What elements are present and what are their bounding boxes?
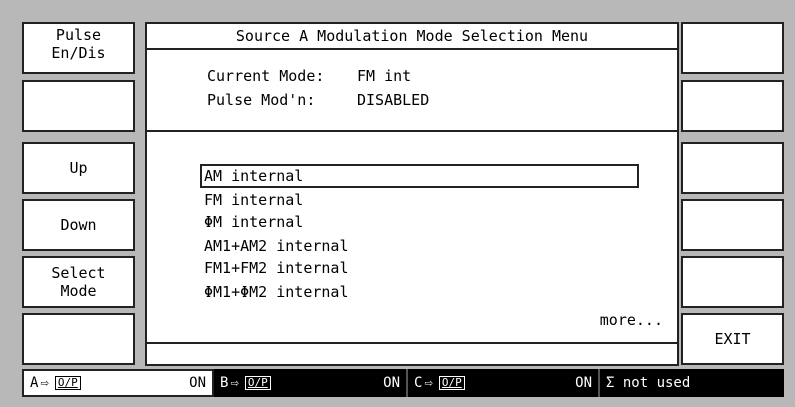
status-sigma: Σ not used [598,369,784,397]
softkey-down[interactable]: Down [22,199,135,251]
softkey-right-4[interactable] [681,199,784,251]
menu-panel: Source A Modulation Mode Selection Menu … [145,22,679,366]
arrow-right-icon: ⇨ [230,375,239,391]
softkey-right-5[interactable] [681,256,784,308]
arrow-right-icon: ⇨ [424,375,433,391]
mode-item-phim1-phim2-internal[interactable]: ΦM1+ΦM2 internal [204,282,349,302]
softkey-left-2[interactable] [22,80,135,132]
status-source-a: A ⇨ O/P ON [22,369,214,397]
status-bar: A ⇨ O/P ON B ⇨ O/P ON C ⇨ O/P ON Σ not u… [22,369,784,397]
bottom-divider [147,342,677,344]
mode-item-fm-internal[interactable]: FM internal [204,190,303,210]
pulse-mod-value: DISABLED [357,91,430,109]
mode-item-phim-internal[interactable]: ΦM internal [204,212,303,232]
status-source-c: C ⇨ O/P ON [406,369,598,397]
status-b-output-box: O/P [244,376,271,390]
status-b-state: ON [383,375,400,391]
status-c-state: ON [575,375,592,391]
current-mode-value: FM int [357,67,412,85]
more-indicator: more... [599,311,663,329]
status-c-output-box: O/P [438,376,465,390]
status-a-label: A [30,375,39,391]
status-sigma-text: Σ not used [606,375,691,391]
current-mode-label: Current Mode: [207,67,325,85]
info-divider [147,130,677,132]
softkey-left-6[interactable] [22,313,135,365]
softkey-select-mode[interactable]: Select Mode [22,256,135,308]
arrow-right-icon: ⇨ [40,375,49,391]
status-c-label: C [414,375,423,391]
status-a-state: ON [189,375,206,391]
status-a-output-box: O/P [54,376,81,390]
mode-item-am1-am2-internal[interactable]: AM1+AM2 internal [204,236,349,256]
softkey-right-2[interactable] [681,80,784,132]
softkey-exit[interactable]: EXIT [681,313,784,365]
softkey-right-1[interactable] [681,22,784,74]
menu-title: Source A Modulation Mode Selection Menu [235,27,589,45]
status-source-b: B ⇨ O/P ON [214,369,406,397]
softkey-right-3[interactable] [681,142,784,194]
status-b-label: B [220,375,229,391]
title-divider [147,48,677,50]
softkey-pulse-en-dis[interactable]: Pulse En/Dis [22,22,135,74]
pulse-mod-label: Pulse Mod'n: [207,91,316,109]
mode-item-am-internal[interactable]: AM internal [200,164,639,188]
softkey-up[interactable]: Up [22,142,135,194]
mode-item-fm1-fm2-internal[interactable]: FM1+FM2 internal [204,258,349,278]
